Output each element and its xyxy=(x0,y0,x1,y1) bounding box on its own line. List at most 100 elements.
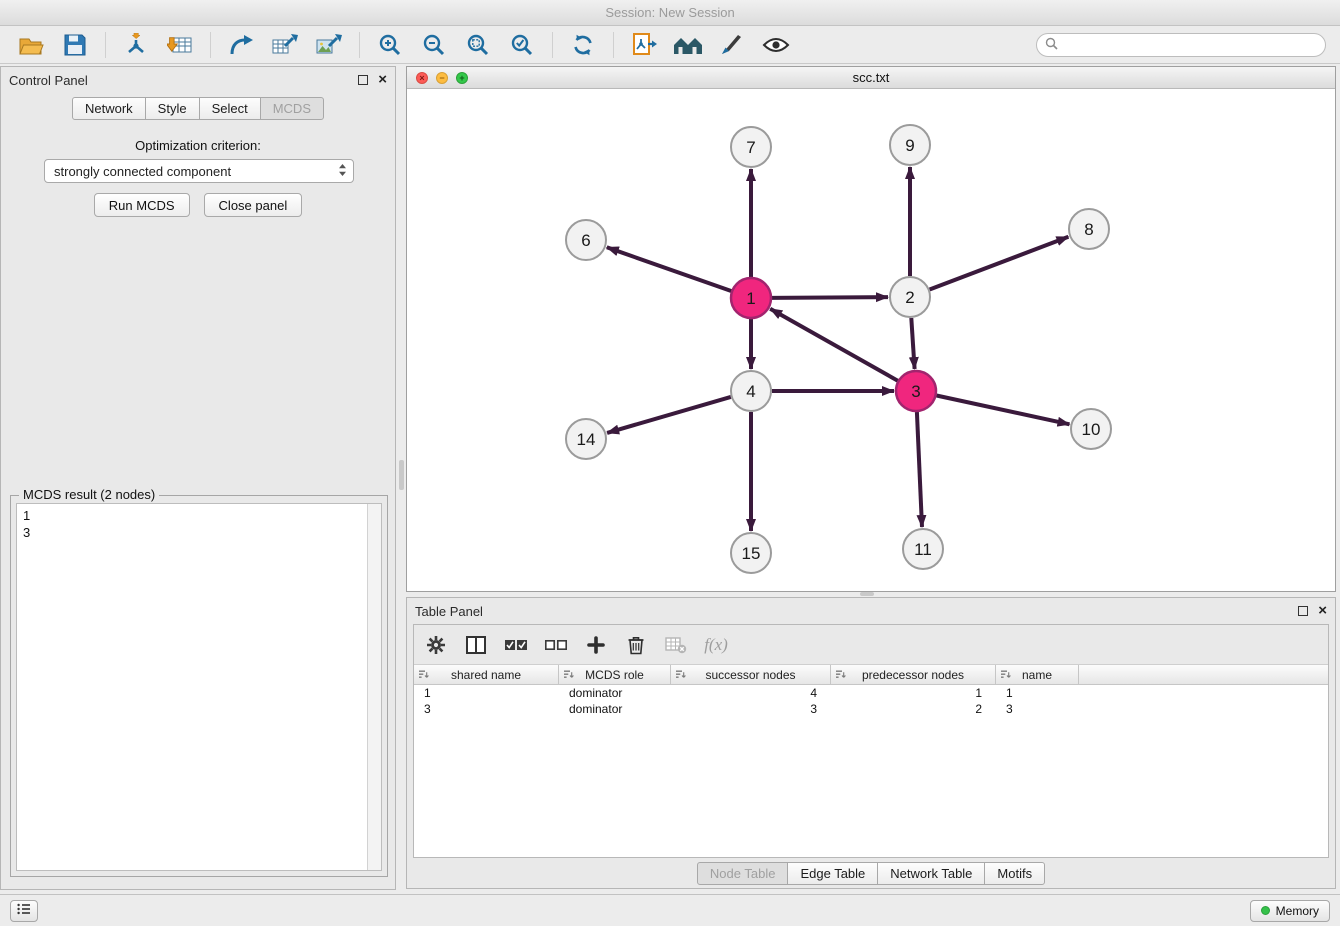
edge-1-2[interactable] xyxy=(772,297,888,298)
graph-node-label: 3 xyxy=(911,382,920,401)
table-header-row: shared name MCDS role successor nodesprede… xyxy=(414,665,1328,685)
edge-3-1[interactable] xyxy=(770,309,898,381)
search-input[interactable] xyxy=(1063,37,1317,52)
export-table-icon[interactable] xyxy=(266,29,304,61)
table-cell: dominator xyxy=(559,701,671,717)
refresh-icon[interactable] xyxy=(564,29,602,61)
toolbar-separator xyxy=(552,32,553,58)
graph-node-1[interactable]: 1 xyxy=(731,278,771,318)
zoom-in-icon[interactable] xyxy=(371,29,409,61)
zoom-selected-icon[interactable] xyxy=(503,29,541,61)
task-history-button[interactable] xyxy=(10,900,38,922)
table-panel: Table Panel × xyxy=(406,597,1336,889)
save-session-icon[interactable] xyxy=(56,29,94,61)
graph-node-7[interactable]: 7 xyxy=(731,127,771,167)
search-icon xyxy=(1045,37,1058,53)
network-canvas[interactable]: 7 9 6 8 1 2 4 3 14 10 15 11 xyxy=(407,89,1335,591)
edge-3-11[interactable] xyxy=(917,412,922,527)
tab-style[interactable]: Style xyxy=(145,97,200,120)
export-image-icon[interactable] xyxy=(310,29,348,61)
export-network-icon[interactable] xyxy=(222,29,260,61)
chevron-updown-icon xyxy=(338,163,347,180)
sort-icon xyxy=(835,669,846,683)
gear-icon[interactable] xyxy=(424,631,448,659)
close-table-panel-icon[interactable]: × xyxy=(1318,606,1327,616)
select-all-icon[interactable] xyxy=(504,631,528,659)
graph-node-label: 4 xyxy=(746,382,755,401)
run-mcds-button[interactable]: Run MCDS xyxy=(94,193,190,217)
tab-motifs[interactable]: Motifs xyxy=(984,862,1045,885)
column-header-mcds-role[interactable]: MCDS role xyxy=(559,665,671,685)
zoom-fit-icon[interactable] xyxy=(459,29,497,61)
close-panel-icon[interactable]: × xyxy=(378,75,387,85)
graph-node-11[interactable]: 11 xyxy=(903,529,943,569)
eye-icon[interactable] xyxy=(757,29,795,61)
edge-3-10[interactable] xyxy=(937,396,1070,425)
home-icon[interactable] xyxy=(669,29,707,61)
graph-node-4[interactable]: 4 xyxy=(731,371,771,411)
edge-4-14[interactable] xyxy=(607,397,731,433)
graph-node-6[interactable]: 6 xyxy=(566,220,606,260)
status-bar: Memory xyxy=(0,894,1340,926)
close-panel-button[interactable]: Close panel xyxy=(204,193,303,217)
graph-node-14[interactable]: 14 xyxy=(566,419,606,459)
table-row[interactable]: 1dominator411 xyxy=(414,685,1328,701)
toolbar-separator xyxy=(105,32,106,58)
sort-icon xyxy=(675,669,686,683)
tab-select[interactable]: Select xyxy=(199,97,261,120)
float-table-panel-icon[interactable] xyxy=(1298,606,1308,616)
edge-2-8[interactable] xyxy=(930,237,1069,290)
columns-icon[interactable] xyxy=(464,631,488,659)
tab-mcds[interactable]: MCDS xyxy=(260,97,324,120)
table-row[interactable]: 3dominator323 xyxy=(414,701,1328,717)
horizontal-splitter-handle[interactable] xyxy=(860,592,874,596)
delete-column-icon[interactable] xyxy=(624,631,648,659)
style-brush-icon[interactable] xyxy=(713,29,751,61)
maximize-window-icon[interactable]: + xyxy=(456,72,468,84)
graph-node-8[interactable]: 8 xyxy=(1069,209,1109,249)
deselect-all-icon[interactable] xyxy=(544,631,568,659)
graph-node-3[interactable]: 3 xyxy=(896,371,936,411)
toolbar-separator xyxy=(210,32,211,58)
control-panel-tabs: NetworkStyleSelectMCDS xyxy=(1,97,395,120)
graph-node-label: 11 xyxy=(914,540,932,559)
close-window-icon[interactable]: × xyxy=(416,72,428,84)
tab-network-table[interactable]: Network Table xyxy=(877,862,985,885)
function-builder-icon: f(x) xyxy=(704,631,728,659)
import-network-icon[interactable] xyxy=(117,29,155,61)
search-field[interactable] xyxy=(1036,33,1326,57)
sort-icon xyxy=(418,669,429,683)
memory-button[interactable]: Memory xyxy=(1250,900,1330,922)
network-graph: 7 9 6 8 1 2 4 3 14 10 15 11 xyxy=(407,89,1335,591)
column-header-label: MCDS role xyxy=(585,668,644,682)
graph-node-label: 1 xyxy=(746,289,755,308)
delete-table-icon xyxy=(664,631,688,659)
mcds-result-list-box[interactable]: 13 xyxy=(16,503,382,871)
graph-node-15[interactable]: 15 xyxy=(731,533,771,573)
edge-2-3[interactable] xyxy=(911,318,914,369)
add-column-icon[interactable] xyxy=(584,631,608,659)
open-session-icon[interactable] xyxy=(12,29,50,61)
column-header-name[interactable]: name xyxy=(996,665,1079,685)
column-header-shared-name[interactable]: shared name xyxy=(414,665,559,685)
table-cell: 1 xyxy=(414,685,559,701)
column-header-successor-nodes[interactable]: successor nodes xyxy=(671,665,831,685)
edge-1-6[interactable] xyxy=(607,247,731,291)
table-cell: dominator xyxy=(559,685,671,701)
tab-edge-table[interactable]: Edge Table xyxy=(787,862,878,885)
import-table-icon[interactable] xyxy=(161,29,199,61)
column-header-predecessor-nodes[interactable]: predecessor nodes xyxy=(831,665,996,685)
tab-network[interactable]: Network xyxy=(72,97,146,120)
graph-node-10[interactable]: 10 xyxy=(1071,409,1111,449)
tab-node-table[interactable]: Node Table xyxy=(697,862,789,885)
graph-node-2[interactable]: 2 xyxy=(890,277,930,317)
graph-node-9[interactable]: 9 xyxy=(890,125,930,165)
network-window-titlebar[interactable]: × − + scc.txt xyxy=(407,67,1335,89)
minimize-window-icon[interactable]: − xyxy=(436,72,448,84)
criterion-dropdown[interactable]: strongly connected component xyxy=(44,159,354,183)
float-panel-icon[interactable] xyxy=(358,75,368,85)
duplicate-network-icon[interactable] xyxy=(625,29,663,61)
result-scrollbar[interactable] xyxy=(367,504,381,870)
zoom-out-icon[interactable] xyxy=(415,29,453,61)
vertical-splitter-handle[interactable] xyxy=(399,460,404,490)
